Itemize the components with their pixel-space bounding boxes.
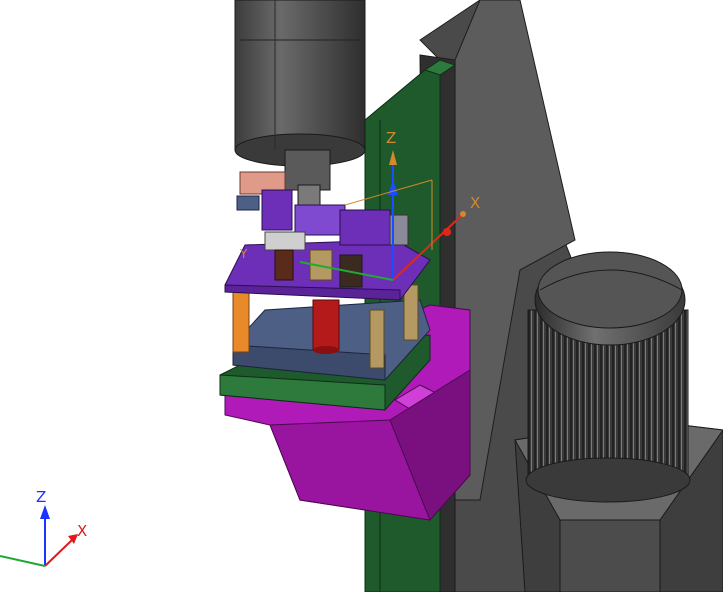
manipulator-y-label: Y — [239, 247, 248, 261]
cad-3d-viewport[interactable]: Z X Y Z X — [0, 0, 723, 593]
triad-z-arrow — [40, 505, 50, 519]
red-cylinder — [312, 299, 340, 354]
manipulator-x-tip[interactable] — [460, 211, 466, 217]
view-orientation-triad[interactable]: Z X — [0, 488, 87, 567]
triad-z-label: Z — [36, 488, 46, 506]
orange-guide-post — [232, 289, 250, 353]
manipulator-x-handle[interactable] — [443, 228, 451, 236]
manipulator-z-label: Z — [386, 129, 396, 147]
triad-x-axis — [44, 539, 73, 567]
triad-y-axis — [0, 555, 46, 567]
manipulator-x-label: X — [470, 194, 480, 212]
triad-x-label: X — [77, 522, 87, 540]
model-canvas[interactable]: Z X Y Z X — [0, 0, 723, 593]
motor — [525, 251, 691, 503]
